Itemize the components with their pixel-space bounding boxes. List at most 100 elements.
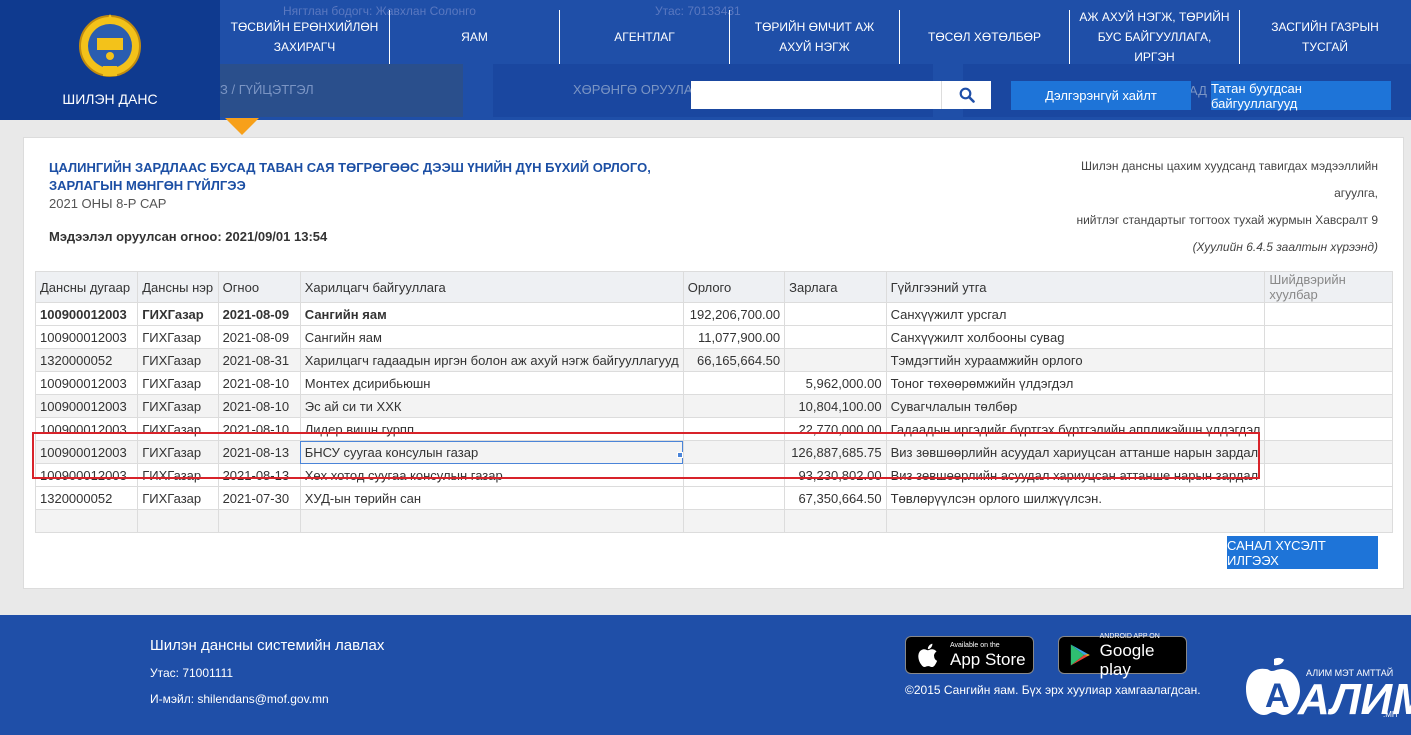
nav-item-government-special[interactable]: ЗАСГИЙН ГАЗРЫН ТУСГАЙ — [1240, 10, 1410, 64]
cell-decision — [1264, 486, 1393, 510]
logo-text: ШИЛЭН ДАНС — [62, 91, 158, 107]
svg-text:А: А — [1265, 677, 1290, 715]
send-feedback-button[interactable]: САНАЛ ХҮСЭЛТ ИЛГЭЭХ — [1227, 536, 1378, 569]
cell-counterparty: ХУД-ын төрийн сан — [299, 486, 684, 510]
legal-line-2: нийтлэг стандартыг тогтоох тухай журмын … — [1076, 213, 1378, 227]
nav-item-agency[interactable]: АГЕНТЛАГ — [560, 10, 730, 64]
cell-income — [682, 371, 786, 395]
legal-line-3: (Хуулийн 6.4.5 заалтын хүрээнд) — [1038, 234, 1378, 261]
footer-email[interactable]: И-мэйл: shilendans@mof.gov.mn — [150, 692, 329, 706]
cell-account: 100900012003 — [34, 371, 139, 395]
col-expense[interactable]: Зарлага — [784, 271, 887, 303]
table-row[interactable]: 100900012003 ГИХГазар 2021-08-10 Монтех … — [34, 371, 1393, 395]
cell-expense: 126,887,685.75 — [784, 440, 887, 464]
search-button[interactable] — [941, 81, 991, 109]
cell-income: 192,206,700.00 — [682, 302, 786, 326]
cell-expense — [784, 348, 887, 372]
cell-decision — [1264, 302, 1393, 326]
table-row[interactable]: 100900012003 ГИХГазар 2021-08-09 Сангийн… — [34, 302, 1393, 326]
report-updated: Мэдээлэл оруулсан огноо: 2021/09/01 13:5… — [49, 229, 328, 244]
legal-line-3-text: (Хуулийн 6.4.5 заалтын хүрээнд) — [1192, 240, 1378, 254]
cell-decision — [1264, 348, 1393, 372]
cell-date: 2021-07-30 — [217, 486, 301, 510]
cell-counterparty: Монтех дсирибьюшн — [299, 371, 684, 395]
col-date[interactable]: Огноо — [217, 271, 301, 303]
cell-expense: 67,350,664.50 — [784, 486, 887, 510]
col-description[interactable]: Гүйлгээний утга — [885, 271, 1266, 303]
cell-income — [682, 463, 786, 487]
nav-item-ministry[interactable]: ЯАМ — [390, 10, 560, 64]
cell-account: 100900012003 — [34, 440, 139, 464]
nav-item-state-owned[interactable]: ТӨРИЙН ӨМЧИТ АЖ АХУЙ НЭГЖ — [730, 10, 900, 64]
table-row[interactable]: 100900012003 ГИХГазар 2021-08-09 Сангийн… — [34, 325, 1393, 349]
cell-income — [682, 509, 786, 533]
cell-account: 100900012003 — [34, 325, 139, 349]
state-emblem-icon — [79, 14, 141, 77]
table-row[interactable]: 100900012003 ГИХГазар 2021-08-10 Эс ай с… — [34, 394, 1393, 418]
cell-counterparty[interactable]: БНСУ суугаа консулын газар — [299, 440, 684, 464]
table-row[interactable]: 1320000052 ГИХГазар 2021-07-30 ХУД-ын тө… — [34, 486, 1393, 510]
col-decision-copy[interactable]: Шийдвэрийн хуулбар — [1264, 271, 1393, 303]
table-row — [34, 509, 1393, 533]
cell-description: Санхүүжилт урсгал — [885, 302, 1266, 326]
cell-description: Төвлөрүүлсэн орлого шилжүүлсэн. — [885, 486, 1266, 510]
subnav-performance[interactable]: З / ГҮЙЦЭТГЭЛ — [220, 64, 463, 117]
dissolved-orgs-button[interactable]: Татан буугдсан байгууллагууд — [1211, 81, 1391, 111]
cell-decision — [1264, 417, 1393, 441]
cell-account: 100900012003 — [34, 394, 139, 418]
footer: Шилэн дансны системийн лавлах Утас: 7100… — [0, 615, 1411, 735]
google-play-icon — [1070, 644, 1090, 666]
cell-name: ГИХГазар — [137, 371, 219, 395]
main-nav: ТӨСВИЙН ЕРӨНХИЙЛӨН ЗАХИРАГЧ ЯАМ АГЕНТЛАГ… — [220, 10, 1410, 64]
google-play-big: Google play — [1099, 640, 1155, 679]
search-input[interactable] — [691, 81, 941, 109]
app-store-text: Available on the App Store — [950, 641, 1026, 669]
active-nav-indicator — [225, 118, 259, 135]
col-account-number[interactable]: Дансны дугаар — [34, 271, 139, 303]
cell-counterparty: Лидер вишн гурпп — [299, 417, 684, 441]
report-title: ЦАЛИНГИЙН ЗАРДЛААС БУСАД ТАВАН САЯ ТӨГРӨ… — [49, 160, 651, 193]
cell-expense — [784, 509, 887, 533]
subnav-investment-label: ХӨРӨНГӨ ОРУУЛАЛТ — [573, 82, 710, 97]
cell-counterparty: Сангийн яам — [299, 302, 684, 326]
cell-decision — [1264, 440, 1393, 464]
nav-item-business-ngo[interactable]: АЖ АХУЙ НЭГЖ, ТӨРИЙН БУС БАЙГУУЛЛАГА, ИР… — [1070, 10, 1240, 64]
google-play-small: ANDROID APP ON — [1099, 632, 1160, 640]
cell-counterparty: Эс ай си ти ХХК — [299, 394, 684, 418]
cell-description: Тоног төхөөрөмжийн үлдэгдэл — [885, 371, 1266, 395]
advanced-search-button[interactable]: Дэлгэрэнгүй хайлт — [1011, 81, 1191, 110]
footer-copyright: ©2015 Сангийн яам. Бүх эрх хуулиар хамга… — [905, 683, 1201, 697]
cell-decision — [1264, 394, 1393, 418]
cell-description: Сувагчлалын төлбөр — [885, 394, 1266, 418]
col-counterparty[interactable]: Харилцагч байгууллага — [299, 271, 684, 303]
google-play-badge[interactable]: ANDROID APP ON Google play — [1058, 633, 1187, 679]
footer-phone: Утас: 71001111 — [150, 666, 234, 680]
nav-item-budget-governor[interactable]: ТӨСВИЙН ЕРӨНХИЙЛӨН ЗАХИРАГЧ — [220, 10, 390, 64]
app-store-big: App Store — [950, 650, 1026, 669]
cell-description: Санхүүжилт холбооны сувag — [885, 325, 1266, 349]
cell-account: 1320000052 — [34, 486, 139, 510]
col-income[interactable]: Орлого — [682, 271, 786, 303]
table-row[interactable]: 1320000052 ГИХГазар 2021-08-31 Харилцагч… — [34, 348, 1393, 372]
header: ШИЛЭН ДАНС Нягтлан бодогч: Жавхлан Солон… — [0, 0, 1411, 120]
col-account-name[interactable]: Дансны нэр — [137, 271, 219, 303]
table-row[interactable]: 100900012003 ГИХГазар 2021-08-13 БНСУ су… — [34, 440, 1393, 464]
cell-account — [34, 509, 139, 533]
table-row[interactable]: 100900012003 ГИХГазар 2021-08-10 Лидер в… — [34, 417, 1393, 441]
alim-domain: .МН — [1383, 710, 1398, 719]
app-store-badge[interactable]: Available on the App Store — [905, 636, 1034, 674]
cell-counterparty: Харилцагч гадаадын иргэн болон аж ахуй н… — [299, 348, 684, 372]
selection-handle[interactable] — [677, 452, 683, 458]
nav-item-projects[interactable]: ТӨСӨЛ ХӨТӨЛБӨР — [900, 10, 1070, 64]
cell-date: 2021-08-13 — [217, 440, 301, 464]
subnav-performance-label: З / ГҮЙЦЭТГЭЛ — [220, 82, 314, 97]
cell-income — [682, 486, 786, 510]
cell-income — [682, 394, 786, 418]
report-legal-note: Шилэн дансны цахим хуудсанд тавигдах мэд… — [1038, 153, 1378, 261]
cell-expense: 22,770,000.00 — [784, 417, 887, 441]
cell-counterparty — [299, 509, 684, 533]
site-logo[interactable]: ШИЛЭН ДАНС — [0, 0, 220, 120]
table-row[interactable]: 100900012003 ГИХГазар 2021-08-13 Хөх хот… — [34, 463, 1393, 487]
google-play-text: ANDROID APP ON Google play — [1100, 632, 1186, 679]
cell-counterparty: Сангийн яам — [299, 325, 684, 349]
